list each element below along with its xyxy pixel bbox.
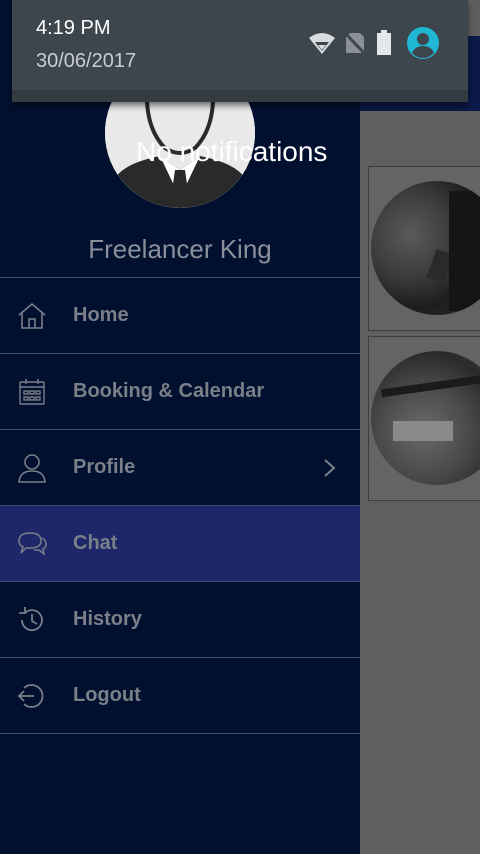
- menu-label: Chat: [73, 532, 118, 554]
- photo-card[interactable]: [368, 336, 480, 501]
- photo-thumbnail[interactable]: [371, 351, 480, 485]
- navigation-drawer: Freelancer King Home Booking & Calendar: [0, 0, 360, 854]
- menu-item-booking-calendar[interactable]: Booking & Calendar: [0, 353, 360, 429]
- menu-label: Profile: [73, 456, 136, 478]
- clock-time: 4:19 PM: [36, 17, 111, 39]
- menu-label: Logout: [73, 684, 141, 706]
- menu-item-profile[interactable]: Profile: [0, 429, 360, 505]
- shade-handle[interactable]: [12, 90, 468, 102]
- photo-thumbnail[interactable]: [371, 181, 480, 315]
- notification-shade[interactable]: 4:19 PM 30/06/2017: [12, 0, 468, 102]
- battery-icon: [376, 30, 392, 60]
- menu-label: Home: [73, 304, 129, 326]
- wifi-icon: [308, 28, 336, 60]
- menu-item-logout[interactable]: Logout: [0, 657, 360, 734]
- no-notifications-text: No notifications: [136, 136, 328, 167]
- menu-item-history[interactable]: History: [0, 581, 360, 657]
- logout-icon: [16, 680, 48, 712]
- chat-icon: [16, 528, 48, 560]
- account-icon[interactable]: [406, 26, 440, 64]
- drawer-menu: Home Booking & Calendar Profile Chat His…: [0, 277, 360, 734]
- photo-card[interactable]: [368, 166, 480, 331]
- calendar-icon: [16, 376, 48, 408]
- menu-label: Booking & Calendar: [73, 380, 265, 402]
- history-icon: [16, 604, 48, 636]
- main-content[interactable]: [360, 0, 480, 854]
- no-sim-icon: [343, 31, 367, 59]
- menu-label: History: [73, 608, 142, 630]
- home-icon: [16, 300, 48, 332]
- username: Freelancer King: [88, 234, 272, 264]
- chevron-right-icon[interactable]: [322, 456, 338, 480]
- menu-item-home[interactable]: Home: [0, 277, 360, 353]
- person-icon: [16, 452, 48, 484]
- menu-item-chat[interactable]: Chat: [0, 505, 360, 581]
- date-text[interactable]: 30/06/2017: [36, 50, 136, 73]
